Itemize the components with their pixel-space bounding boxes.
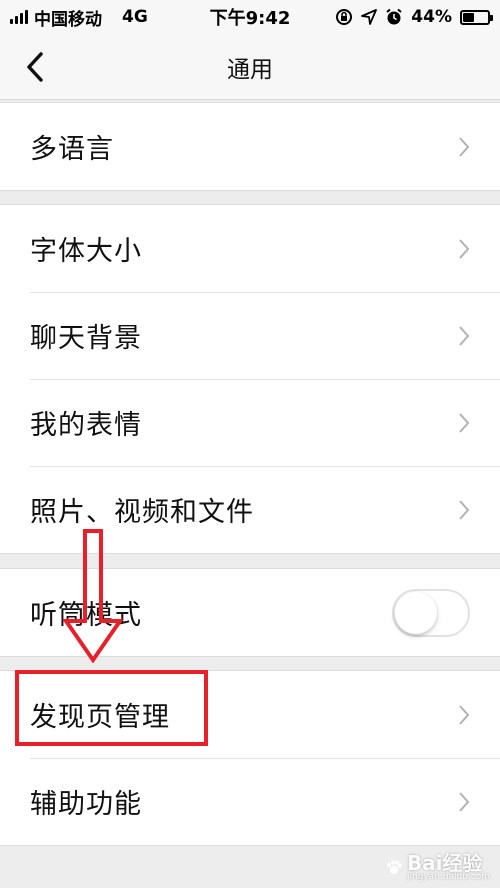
watermark-url: jingyan.baidu.com [406,872,490,882]
earpiece-mode-toggle[interactable] [392,588,470,637]
list-item[interactable]: 发现页管理 [0,671,500,758]
row-label: 我的表情 [30,410,142,441]
settings-group-chat: 字体大小 聊天背景 我的表情 照片、视频和文件 [0,204,500,554]
battery-fill [463,12,474,22]
list-item[interactable]: 字体大小 [0,205,500,292]
network-type: 4G [122,7,148,27]
row-label: 照片、视频和文件 [30,497,254,528]
toggle-knob [395,591,437,634]
list-item[interactable]: 多语言 [0,103,500,190]
chevron-right-icon [459,704,470,725]
row-label: 辅助功能 [30,789,142,820]
page-title: 通用 [227,56,273,83]
settings-group-language: 多语言 [0,102,500,191]
status-right: 44% [335,7,493,27]
back-button[interactable] [20,50,50,84]
chevron-right-icon [459,499,470,520]
rotation-lock-icon [336,9,353,25]
settings-group-discover: 发现页管理 辅助功能 [0,670,500,846]
row-label: 聊天背景 [30,323,142,354]
status-left: 中国移动 4G [10,5,148,30]
baidu-jingyan-watermark: Bai经验 jingyan.baidu.com [385,853,490,882]
watermark-brand: Bai经验 [406,851,483,875]
battery-icon [460,9,493,25]
row-label: 多语言 [30,134,114,165]
list-item: 听筒模式 [0,569,500,656]
row-label: 发现页管理 [30,702,170,733]
alarm-icon [386,8,402,25]
list-item[interactable]: 照片、视频和文件 [0,466,500,553]
list-item[interactable]: 聊天背景 [0,292,500,379]
chevron-left-icon [27,52,43,82]
chevron-right-icon [459,325,470,346]
row-label: 听筒模式 [30,600,142,631]
nav-bar: 通用 [0,34,500,100]
list-item[interactable]: 辅助功能 [0,758,500,845]
carrier-name: 中国移动 [34,9,102,30]
chevron-right-icon [459,791,470,812]
chevron-right-icon [459,238,470,259]
list-item[interactable]: 我的表情 [0,379,500,466]
paw-icon [386,860,402,874]
location-icon [361,9,378,25]
chevron-right-icon [459,136,470,157]
battery-percent: 44% [411,7,452,27]
row-label: 字体大小 [30,236,142,267]
settings-group-earpiece: 听筒模式 [0,568,500,657]
signal-icon [10,10,28,24]
status-bar: 中国移动 4G 下午9:42 44% [0,0,500,34]
chevron-right-icon [459,412,470,433]
